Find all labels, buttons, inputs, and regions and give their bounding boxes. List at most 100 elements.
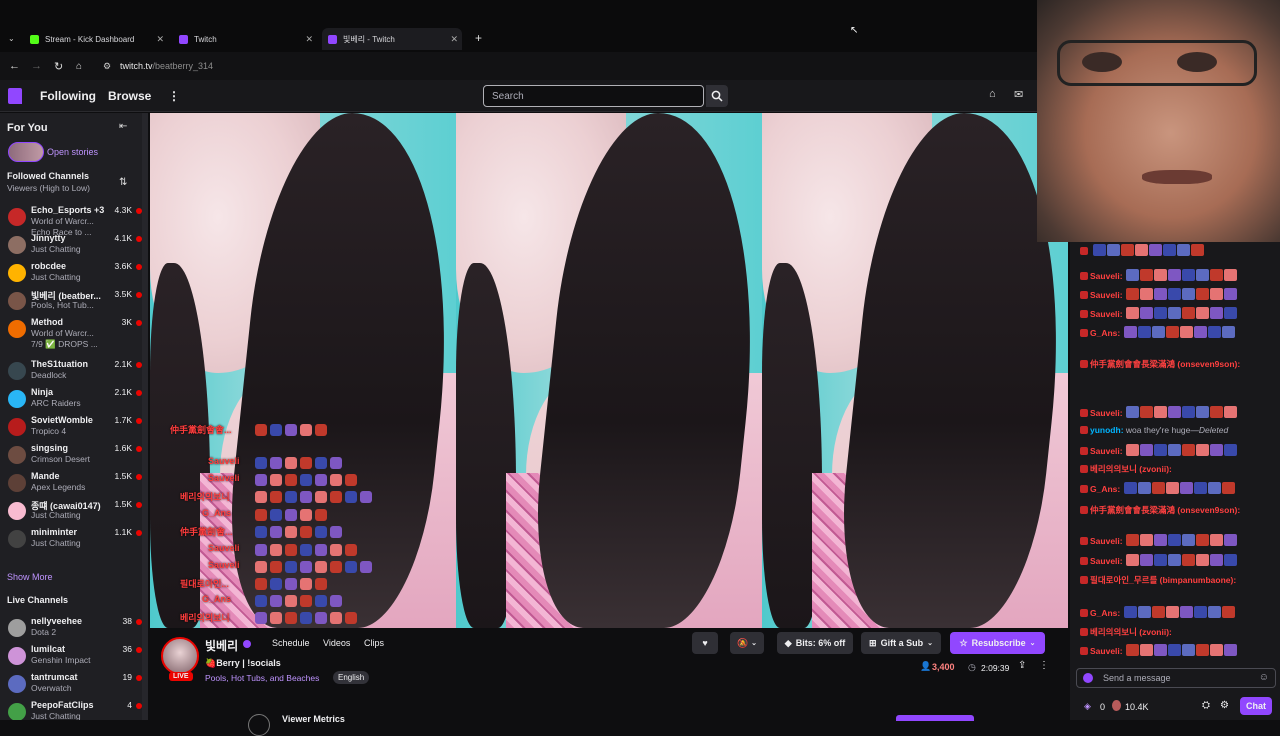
browser-tab-active[interactable]: 빛베리 - Twitch ✕	[322, 28, 462, 50]
inbox-icon[interactable]: ⌂	[989, 88, 996, 100]
emote-icon	[1165, 482, 1179, 494]
sidebar-channel[interactable]: Ninja ARC Raiders 2.1K	[0, 386, 146, 414]
sidebar-channel[interactable]: TheS1tuation Deadlock 2.1K	[0, 358, 146, 386]
streamer-avatar[interactable]	[161, 637, 199, 675]
share-icon[interactable]: ⇪	[1018, 660, 1026, 671]
chat-message[interactable]: Sauveli:	[1080, 269, 1237, 281]
follow-heart-button[interactable]: ♥	[692, 632, 718, 654]
whispers-icon[interactable]: ✉	[1014, 88, 1023, 101]
sidebar-channel[interactable]: Mande Apex Legends 1.5K	[0, 470, 146, 498]
emote-icon	[1223, 554, 1237, 566]
metrics-button[interactable]	[896, 715, 974, 721]
overlay-chat-user: Sauveli	[208, 473, 240, 483]
stories-avatar[interactable]	[8, 142, 44, 162]
url-field[interactable]: twitch.tv/beatberry_314	[120, 61, 213, 71]
chat-message[interactable]: Sauveli:	[1080, 307, 1237, 319]
sidebar-channel[interactable]: Method World of Warcr... 7/9 ✅ DROPS ... 3K	[0, 316, 146, 349]
chat-username: Sauveli:	[1090, 536, 1123, 546]
sidebar-channel[interactable]: singsing Crimson Desert 1.6K	[0, 442, 146, 470]
language-tag[interactable]: English	[333, 671, 370, 684]
chat-message[interactable]: yunodh: woa they're huge—Deleted	[1080, 425, 1228, 435]
sidebar-channel[interactable]: miniminter Just Chatting 1.1K	[0, 526, 146, 554]
gift-sub-button[interactable]: ⊞ Gift a Sub ⌄	[861, 632, 941, 654]
sidebar-live-channel[interactable]: lumilcat Genshin Impact 36	[0, 643, 146, 671]
stream-category[interactable]: Pools, Hot Tubs, and Beaches	[205, 673, 319, 683]
channel-game: Just Chatting	[31, 510, 81, 520]
sidebar-channel[interactable]: 빛베리 (beatber... Pools, Hot Tub... 3.5K	[0, 288, 146, 316]
show-more-link[interactable]: Show More	[7, 572, 53, 582]
video-player[interactable]: 仲手黨劍會會... Sauveli Sauveli 베리의의보니 G_Ans 仲手黨劍會.…	[150, 113, 1068, 628]
browser-tab-kick[interactable]: Stream - Kick Dashboard ✕	[30, 30, 164, 48]
chat-panel: Sauveli: Sauveli: Sauveli: G_Ans: 仲手黨劍會會…	[1070, 242, 1280, 720]
close-tab-icon[interactable]: ✕	[450, 34, 458, 45]
chat-message[interactable]: Sauveli:	[1080, 644, 1237, 656]
search-input[interactable]: Search	[483, 85, 704, 107]
new-tab-icon[interactable]: +	[475, 31, 482, 45]
chat-message[interactable]: Sauveli:	[1080, 406, 1237, 418]
channel-name[interactable]: 빛베리	[205, 637, 238, 654]
channel-name: robcdee	[31, 261, 67, 271]
sidebar-live-channel[interactable]: PeepoFatClips Just Chatting 4	[0, 699, 146, 720]
more-options-icon[interactable]: ⋮	[1039, 660, 1049, 671]
close-tab-icon[interactable]: ✕	[156, 34, 164, 45]
emote-picker-icon[interactable]: ☺	[1259, 672, 1269, 683]
collapse-sidebar-icon[interactable]: ⇤	[119, 121, 127, 132]
overlay-chat-user: Sauveli	[208, 543, 240, 553]
chat-send-button[interactable]: Chat	[1240, 697, 1272, 715]
tab-clips[interactable]: Clips	[364, 638, 384, 648]
home-icon[interactable]: ⌂	[76, 61, 82, 72]
settings-gear-icon[interactable]: ⛭	[1202, 700, 1210, 711]
bits-button[interactable]: ◆ Bits: 6% off	[777, 632, 853, 654]
chat-message[interactable]: G_Ans:	[1080, 606, 1235, 618]
open-stories-link[interactable]: Open stories	[47, 147, 98, 157]
viewer-metrics-label[interactable]: Viewer Metrics	[282, 714, 345, 724]
more-menu-icon[interactable]: ⋮	[168, 89, 180, 103]
browser-tab-twitch[interactable]: Twitch ✕	[179, 30, 313, 48]
chat-message[interactable]: Sauveli:	[1080, 288, 1237, 300]
emote-icon	[345, 491, 357, 503]
nav-following[interactable]: Following	[40, 89, 96, 103]
sidebar-channel[interactable]: robcdee Just Chatting 3.6K	[0, 260, 146, 288]
chat-settings-icon[interactable]: ⚙	[1220, 700, 1229, 711]
sidebar-channel[interactable]: Jinnytty Just Chatting 4.1K	[0, 232, 146, 260]
chat-message[interactable]: 仲手黨劍會會長梁滿鴻 (onseven9son):	[1080, 504, 1240, 516]
chat-message[interactable]: 베리의의보니 (zvonii):	[1080, 626, 1172, 638]
channel-avatar	[8, 502, 26, 520]
sidebar-channel[interactable]: 종떄 (cawai0147) Just Chatting 1.5K	[0, 498, 146, 526]
emote-icon	[1165, 606, 1179, 618]
chat-message[interactable]: G_Ans:	[1080, 326, 1235, 338]
sidebar-channel[interactable]: SovietWomble Tropico 4 1.7K	[0, 414, 146, 442]
sidebar-live-channel[interactable]: tantrumcat Overwatch 19	[0, 671, 146, 699]
emote-icon	[285, 491, 297, 503]
back-icon[interactable]: ←	[9, 60, 20, 72]
chat-message[interactable]: 필대로아인_무르를 (bimpanumbaone):	[1080, 574, 1236, 586]
close-tab-icon[interactable]: ✕	[305, 34, 313, 45]
forward-icon[interactable]: →	[31, 60, 42, 72]
tab-videos[interactable]: Videos	[323, 638, 350, 648]
site-info-icon[interactable]: ⚙	[103, 61, 111, 72]
chat-message[interactable]: 仲手黨劍會會長梁滿鴻 (onseven9son):	[1080, 358, 1240, 370]
twitch-logo-icon[interactable]	[8, 88, 22, 104]
streamer-webcam	[1037, 0, 1280, 242]
channel-points-icon[interactable]: ◈	[1084, 701, 1091, 712]
chat-message[interactable]: Sauveli:	[1080, 534, 1237, 546]
chat-message[interactable]: Sauveli:	[1080, 444, 1237, 456]
notifications-button[interactable]: 🔕 ⌄	[730, 632, 764, 654]
sidebar-channel[interactable]: Echo_Esports +3 World of Warcr... Echo Rac…	[0, 204, 146, 237]
sort-icon[interactable]: ⇅	[119, 177, 127, 188]
chat-message[interactable]: 베리의의보니 (zvonii):	[1080, 463, 1172, 475]
sidebar-scrollbar[interactable]	[142, 113, 148, 720]
badge-icon	[1080, 426, 1088, 434]
nav-browse[interactable]: Browse	[108, 89, 151, 103]
chat-message[interactable]: Sauveli:	[1080, 554, 1237, 566]
chat-message[interactable]: G_Ans:	[1080, 482, 1235, 494]
reload-icon[interactable]: ↻	[54, 60, 63, 73]
deleted-label: —Deleted	[1190, 425, 1229, 435]
search-button[interactable]	[706, 85, 728, 107]
resubscribe-button[interactable]: ☆ Resubscribe ⌄	[950, 632, 1045, 654]
sidebar-live-channel[interactable]: nellyveehee Dota 2 38	[0, 615, 146, 643]
chat-input[interactable]: Send a message ☺	[1076, 668, 1276, 688]
chat-message[interactable]	[1080, 244, 1205, 256]
tab-schedule[interactable]: Schedule	[272, 638, 310, 648]
tab-list-chevron-icon[interactable]: ⌄	[8, 34, 15, 43]
